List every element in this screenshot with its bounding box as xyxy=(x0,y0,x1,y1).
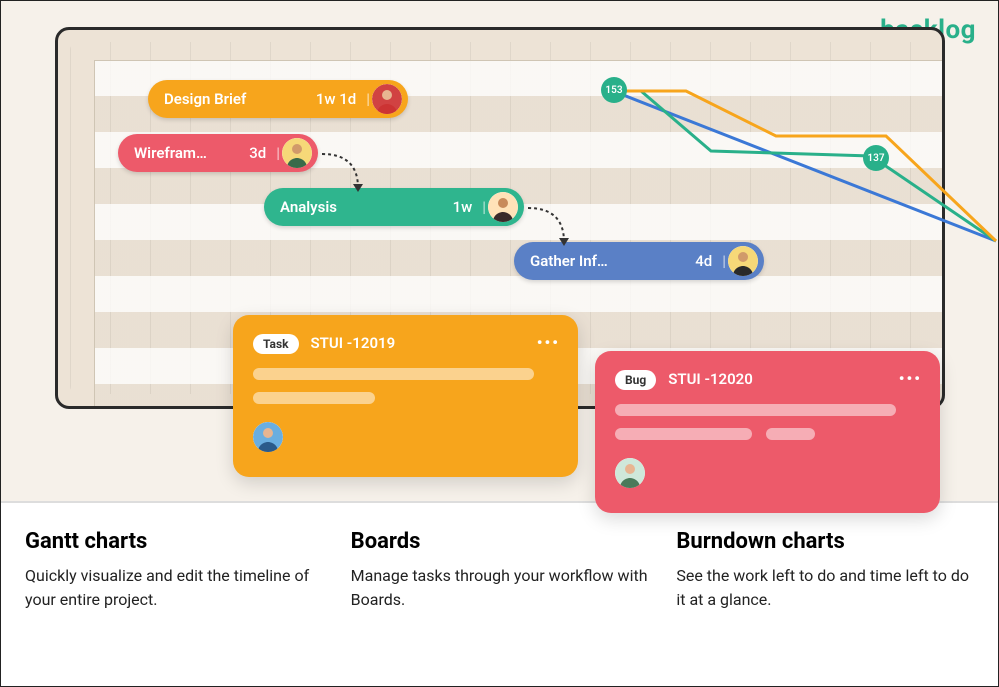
feature-burndown: Burndown charts See the work left to do … xyxy=(676,529,974,612)
feature-body: Manage tasks through your workflow with … xyxy=(351,564,649,612)
feature-gantt: Gantt charts Quickly visualize and edit … xyxy=(25,529,323,612)
avatar-icon xyxy=(372,84,402,114)
gantt-bar-label: Wirefram… xyxy=(134,144,207,162)
feature-title: Boards xyxy=(351,529,649,554)
card-menu-icon[interactable]: ••• xyxy=(899,369,922,388)
gantt-bar-analysis[interactable]: Analysis 1w | xyxy=(264,188,524,226)
feature-body: Quickly visualize and edit the timeline … xyxy=(25,564,323,612)
avatar-icon xyxy=(615,458,645,488)
gantt-bar-design-brief[interactable]: Design Brief 1w 1d | xyxy=(148,80,408,118)
feature-title: Gantt charts xyxy=(25,529,323,554)
gantt-bar-label: Analysis xyxy=(280,198,337,216)
card-id: STUI -12020 xyxy=(668,370,753,388)
card-id: STUI -12019 xyxy=(311,334,396,352)
gantt-bar-label: Design Brief xyxy=(164,90,246,108)
board-card-bug[interactable]: Bug STUI -12020 ••• xyxy=(595,351,940,513)
card-chip: Bug xyxy=(615,370,656,390)
gantt-bar-label: Gather Inf… xyxy=(530,252,608,270)
burndown-end-badge: 137 xyxy=(863,145,889,171)
avatar-icon xyxy=(488,192,518,222)
card-menu-icon[interactable]: ••• xyxy=(537,333,560,352)
feature-title: Burndown charts xyxy=(676,529,974,554)
gantt-bar-wireframe[interactable]: Wirefram… 3d | xyxy=(118,134,318,172)
board-card-task[interactable]: Task STUI -12019 ••• xyxy=(233,315,578,477)
feature-boards: Boards Manage tasks through your workflo… xyxy=(351,529,649,612)
gantt-bar-gather[interactable]: Gather Inf… 4d | xyxy=(514,242,764,280)
gantt-bar-duration: 1w xyxy=(453,198,473,216)
hero-illustration: backlog by nulab Design Brief 1w 1d | Wi… xyxy=(1,1,998,503)
burndown-start-badge: 153 xyxy=(601,77,627,103)
avatar-icon xyxy=(253,422,283,452)
gantt-bar-duration: 1w 1d xyxy=(316,90,356,108)
gantt-bar-duration: 4d xyxy=(695,252,712,270)
card-chip: Task xyxy=(253,334,299,354)
avatar-icon xyxy=(728,246,758,276)
features-row: Gantt charts Quickly visualize and edit … xyxy=(1,503,998,622)
feature-body: See the work left to do and time left to… xyxy=(676,564,974,612)
gantt-bar-duration: 3d xyxy=(249,144,266,162)
avatar-icon xyxy=(282,138,312,168)
